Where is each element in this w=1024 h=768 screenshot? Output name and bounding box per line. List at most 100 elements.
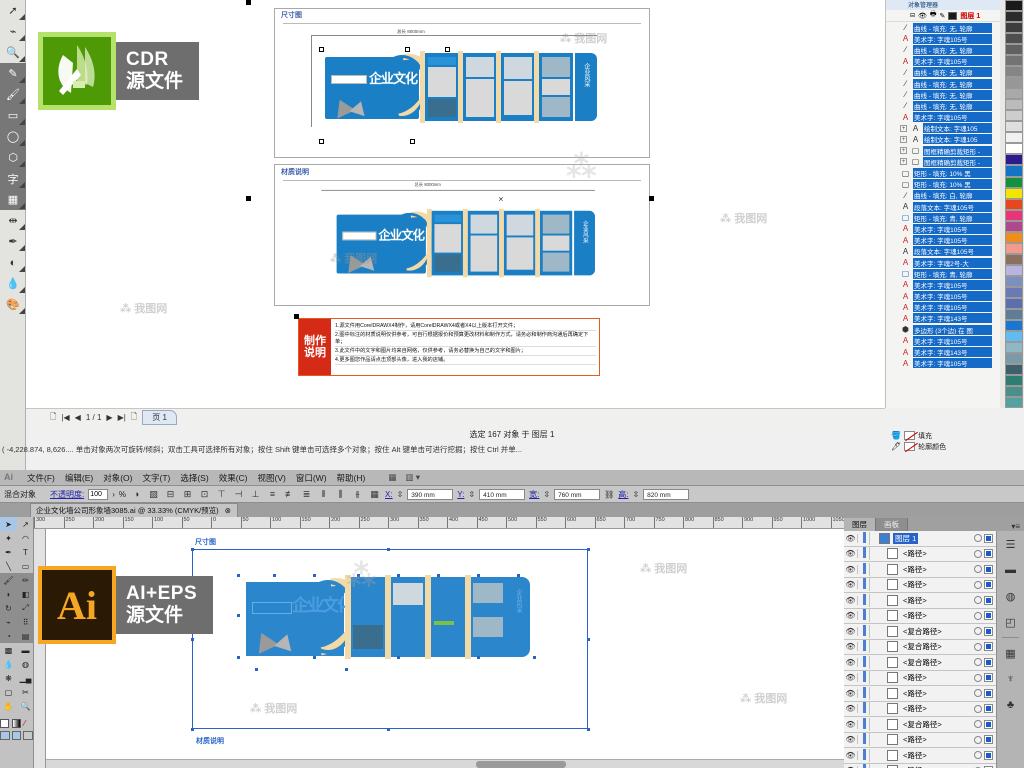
next-page-button[interactable]: ▶ xyxy=(106,413,112,422)
lock-toggle[interactable] xyxy=(858,733,870,747)
object-row[interactable]: ▢ 矩形 - 填充: 青, 轮廓 xyxy=(886,268,992,279)
opacity-input[interactable] xyxy=(88,488,109,500)
illustrator-vertical-ruler[interactable] xyxy=(34,529,46,768)
palette-swatch[interactable] xyxy=(1005,121,1023,133)
distribute-bottom-icon[interactable]: ≣ xyxy=(300,488,313,501)
lock-toggle[interactable] xyxy=(858,593,870,607)
transparency-tool[interactable]: ◐ xyxy=(0,252,26,273)
selection-indicator[interactable] xyxy=(984,719,993,729)
blob-brush-tool[interactable]: ◗ xyxy=(0,587,17,601)
palette-swatch[interactable] xyxy=(1005,353,1023,365)
anchor-point[interactable] xyxy=(191,548,194,551)
palette-swatch[interactable] xyxy=(1005,297,1023,309)
gradient-swatch[interactable] xyxy=(12,719,21,728)
lock-toggle[interactable] xyxy=(858,547,870,561)
visibility-icon[interactable]: 👁 xyxy=(844,642,858,652)
object-row[interactable]: A 美术字: 字魂105号 xyxy=(886,56,992,67)
anchor-point[interactable] xyxy=(313,574,316,577)
illustrator-menubar[interactable]: Ai 文件(F) 编辑(E) 对象(O) 文字(T) 选择(S) 效果(C) 视图(V) 窗口… xyxy=(0,470,1024,486)
opacity-label[interactable]: 不透明度: xyxy=(50,489,84,500)
menu-选择s[interactable]: 选择(S) xyxy=(180,472,208,484)
illustrator-horizontal-ruler[interactable]: 300 250 200 150 100 50 0 50 100 150 200 250 300 350 40… xyxy=(34,517,844,529)
visibility-icon[interactable]: 👁 xyxy=(844,595,858,605)
reference-point-icon[interactable]: ▦ xyxy=(368,488,381,501)
transparency-panel-icon[interactable]: ◍ xyxy=(997,583,1024,609)
fill-status-row[interactable]: 🪣 填充 xyxy=(885,430,1000,441)
object-row[interactable]: ▢ 矩形 - 填充: 10% 黑 xyxy=(886,179,992,190)
object-row[interactable]: + A 绘制文本: 字魂105 xyxy=(886,123,992,134)
object-row[interactable]: ∕ 曲线 - 填充: 无, 轮廓 xyxy=(886,78,992,89)
palette-swatch[interactable] xyxy=(1005,66,1023,78)
anchor-point[interactable] xyxy=(517,574,520,577)
visibility-icon[interactable]: 👁 xyxy=(844,626,858,636)
menu-文件f[interactable]: 文件(F) xyxy=(27,472,55,484)
opacity-mask-icon[interactable]: ▨ xyxy=(147,488,160,501)
selection-indicator[interactable] xyxy=(984,533,993,543)
expand-icon[interactable]: + xyxy=(900,158,907,166)
layer-row[interactable]: 👁 <复合路径> xyxy=(844,655,996,671)
layer-row[interactable]: 👁 <路径> xyxy=(844,701,996,717)
anchor-point[interactable] xyxy=(191,728,194,731)
object-row[interactable]: A 美术字: 字魂105号 xyxy=(886,291,992,302)
selection-indicator[interactable] xyxy=(984,564,993,574)
coreldraw-toolbox[interactable]: ➚ ⌁ 🔍 ✎ 🖌 ▭ ◯ ⬡ 字 ▦ ⇹ ✒ ◐ 💧 🎨 xyxy=(0,0,26,470)
lock-toggle[interactable] xyxy=(858,686,870,700)
panel-icon-rail[interactable]: ☰ ▬ ◍ ◰ ▦ ♆ ♣ xyxy=(996,531,1024,768)
palette-swatch[interactable] xyxy=(1005,308,1023,320)
anchor-point[interactable] xyxy=(437,574,440,577)
visibility-icon[interactable]: 👁 xyxy=(844,688,858,698)
y-value[interactable]: 410 mm xyxy=(479,488,526,500)
visibility-icon[interactable]: 👁 xyxy=(844,611,858,621)
selection-handle[interactable] xyxy=(294,314,299,319)
selection-indicator[interactable] xyxy=(984,642,993,652)
target-indicator[interactable] xyxy=(974,611,982,620)
object-row[interactable]: ∕ 曲线 - 填充: 无, 轮廓 xyxy=(886,67,992,78)
hscroll-thumb[interactable] xyxy=(476,761,566,768)
anchor-point[interactable] xyxy=(397,656,400,659)
panel-tab-画板[interactable]: 画板 xyxy=(876,518,908,531)
selection-indicator[interactable] xyxy=(984,704,993,714)
ai-culture-wall-design[interactable]: 企业文化 企业风采 xyxy=(238,563,534,671)
selection-tool[interactable]: ➤ xyxy=(0,517,17,531)
illustrator-control-panel[interactable]: 混合对象 不透明度: › % ◑ ▨ ⊟ ⊞ ⊡ ⊤ ⊣ ⊥ ≡ ≢ ≣ ⫴ ⫼… xyxy=(0,486,1024,503)
palette-swatch[interactable] xyxy=(1005,253,1023,265)
collapse-icon[interactable]: ⊟ xyxy=(910,12,915,19)
selection-indicator[interactable] xyxy=(984,657,993,667)
pick-tool[interactable]: ➚ xyxy=(0,0,26,21)
target-indicator[interactable] xyxy=(974,720,982,729)
lock-toggle[interactable] xyxy=(858,748,870,762)
object-row[interactable]: A 美术字: 字魂105号 xyxy=(886,235,992,246)
rotate-tool[interactable]: ↻ xyxy=(0,601,17,615)
lock-toggle[interactable] xyxy=(858,609,870,623)
palette-swatch[interactable] xyxy=(1005,165,1023,177)
anchor-point[interactable] xyxy=(533,656,536,659)
object-row[interactable]: A 美术字: 字魂105号 xyxy=(886,33,992,44)
visibility-icon[interactable]: 👁 xyxy=(844,750,858,760)
selection-indicator[interactable] xyxy=(984,611,993,621)
layer-row[interactable]: 👁 <路径> xyxy=(844,546,996,562)
object-row[interactable]: A 美术字: 字魂105号 xyxy=(886,358,992,369)
close-tab-icon[interactable]: ⊗ xyxy=(225,506,231,515)
align-bottom-icon[interactable]: ⊥ xyxy=(249,488,262,501)
document-tab[interactable]: 企业文化墙公司形象墙3085.ai @ 33.33% (CMYK/预览) ⊗ xyxy=(30,503,239,517)
selection-indicator[interactable] xyxy=(984,673,993,683)
symbol-sprayer-tool[interactable]: ❋ xyxy=(0,671,17,685)
coreldraw-color-palette[interactable] xyxy=(1000,0,1024,409)
line-tool[interactable]: ╲ xyxy=(0,559,17,573)
h-stepper-icon[interactable]: ⇳ xyxy=(632,490,639,499)
zoom-tool[interactable]: 🔍 xyxy=(0,42,26,63)
none-swatch-icon[interactable]: ⁄ xyxy=(24,719,33,728)
target-indicator[interactable] xyxy=(974,642,982,651)
text-tool[interactable]: 字 xyxy=(0,168,26,189)
perspective-grid-tool[interactable]: ▤ xyxy=(17,629,34,643)
menu-视图v[interactable]: 视图(V) xyxy=(258,472,286,484)
page-tab-1[interactable]: 页 1 xyxy=(142,410,177,425)
illustrator-panel-dock[interactable]: 图层 画板 ▾≡ 👁 图层 1 👁 <路径> 👁 <路径> 👁 <路径> 👁 <路径> 👁 <路径> 👁 <复… xyxy=(844,517,1024,768)
w-stepper-icon[interactable]: ⇳ xyxy=(543,490,550,499)
illustrator-canvas[interactable]: ⁂ 尺寸图 企业文化 企业风采 材质说明 xyxy=(46,529,844,768)
outline-status-row[interactable]: 🖊 轮廓颜色 xyxy=(885,441,1000,452)
target-indicator[interactable] xyxy=(974,534,982,543)
selection-indicator[interactable] xyxy=(984,750,993,760)
anchor-point[interactable] xyxy=(313,656,316,659)
constrain-proportions-icon[interactable]: ⛓ xyxy=(604,490,614,499)
